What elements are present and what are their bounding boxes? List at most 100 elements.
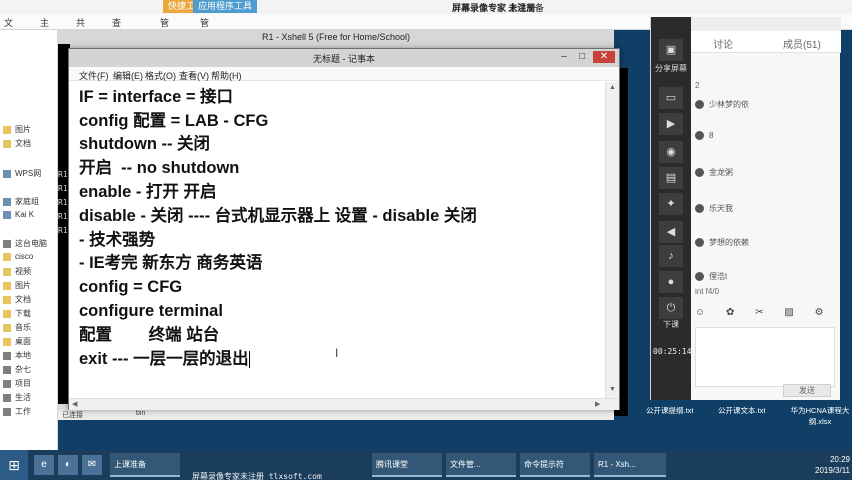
- taskbar-app[interactable]: R1 - Xsh...: [594, 453, 666, 477]
- menu-edit[interactable]: 编辑(E): [113, 69, 143, 82]
- camera-icon[interactable]: ◉: [659, 141, 683, 163]
- text-line: IF = interface = 接口: [79, 88, 234, 106]
- taskbar-app[interactable]: 命令提示符: [520, 453, 590, 477]
- chat-message-text: int f4/0: [695, 287, 720, 296]
- nav-item[interactable]: 杂七: [3, 364, 31, 375]
- horizontal-scrollbar[interactable]: ◀ ▶: [69, 398, 619, 410]
- nav-item[interactable]: cisco: [3, 252, 33, 261]
- nav-item[interactable]: 视频: [3, 266, 31, 277]
- scissors-icon[interactable]: ✂: [755, 307, 763, 318]
- taskbar: ⊞ e ◐ ✉ 上课准备 腾讯课堂 文件管... 命令提示符 R1 - Xsh.…: [0, 450, 852, 480]
- nav-item[interactable]: 文档: [3, 294, 31, 305]
- nav-item[interactable]: 工作: [3, 406, 31, 417]
- notepad-menubar: 文件(F) 编辑(E) 格式(O) 查看(V) 帮助(H): [69, 67, 619, 81]
- scroll-right-icon[interactable]: ▶: [595, 400, 600, 408]
- scroll-left-icon[interactable]: ◀: [72, 400, 77, 408]
- terminal-line: R1: [58, 184, 68, 193]
- nav-item[interactable]: 桌面: [3, 336, 31, 347]
- notepad-window: 无标题 - 记事本 – □ ✕ 文件(F) 编辑(E) 格式(O) 查看(V) …: [68, 48, 620, 410]
- nav-item[interactable]: 项目: [3, 378, 31, 389]
- chat-tabs: 讨论 成员(51): [691, 31, 841, 53]
- xshell-status-bar: 已连接 bin: [58, 410, 614, 420]
- menu-view[interactable]: 查看(V): [179, 69, 209, 82]
- nav-item[interactable]: 文档: [3, 138, 31, 149]
- chat-toolbar: ☺ ✿ ✂ ▨ ⚙: [695, 307, 824, 318]
- chat-input[interactable]: [695, 327, 835, 387]
- avatar: [695, 204, 704, 213]
- folder-icon: [3, 309, 11, 318]
- desktop-file[interactable]: 公开课文本.txt: [718, 405, 766, 416]
- system-clock[interactable]: 20:29 2019/3/11: [792, 454, 850, 476]
- scroll-down-icon[interactable]: ▼: [609, 386, 616, 393]
- taskbar-app-icon[interactable]: e: [34, 455, 54, 475]
- taskbar-app[interactable]: 文件管...: [446, 453, 516, 477]
- desktop-file[interactable]: 公开课提纲.txt: [646, 405, 694, 416]
- minimize-icon[interactable]: –: [557, 51, 571, 63]
- end-class-icon[interactable]: ⏻: [659, 297, 683, 319]
- nav-item[interactable]: 生活: [3, 392, 31, 403]
- clock-date: 2019/3/11: [815, 466, 850, 475]
- close-icon[interactable]: ✕: [593, 51, 615, 63]
- slides-icon[interactable]: ▤: [659, 167, 683, 189]
- nav-item[interactable]: WPS网: [3, 168, 41, 179]
- speaker-icon[interactable]: ◀: [659, 221, 683, 243]
- maximize-icon[interactable]: □: [575, 51, 589, 63]
- desktop-file[interactable]: 华为HCNA课程大纲.xlsx: [788, 405, 852, 427]
- image-icon[interactable]: ▨: [784, 307, 793, 318]
- taskbar-app-icon[interactable]: ◐: [58, 455, 78, 475]
- start-windows-icon[interactable]: ⊞: [0, 450, 28, 480]
- explorer-nav-pane: 图片 文档 WPS网 家庭组 Kai K 这台电脑 cisco 视频 图片 文档…: [0, 30, 58, 450]
- ibeam-cursor-icon: I: [335, 346, 339, 360]
- vertical-scrollbar[interactable]: ▲ ▼: [605, 82, 619, 398]
- emoji-icon[interactable]: ☺: [695, 307, 705, 318]
- whiteboard-icon[interactable]: ▭: [659, 87, 683, 109]
- chat-message: 梦想的依赖: [695, 237, 749, 248]
- folder-icon: [3, 252, 11, 261]
- text-line: config 配置 = LAB - CFG: [79, 112, 269, 130]
- music-icon[interactable]: ♪: [659, 245, 683, 267]
- nav-item[interactable]: 图片: [3, 280, 31, 291]
- taskbar-app[interactable]: 腾讯课堂: [372, 453, 442, 477]
- folder-icon: [3, 323, 11, 332]
- clock-time: 20:29: [829, 455, 850, 464]
- chat-sidebar: ▣ 分享屏幕 ▭ ▶ ◉ ▤ ✦ ◀ ♪ ● ⏻ 下课 00:25:14: [651, 17, 692, 400]
- context-tab-app-tools[interactable]: 应用程序工具: [193, 0, 258, 13]
- avatar: [695, 100, 704, 109]
- nav-item[interactable]: 这台电脑: [3, 238, 47, 249]
- folder-icon: [3, 125, 11, 134]
- text-line: enable - 打开 开启: [79, 183, 217, 201]
- explorer-window-title: 上课准备: [508, 3, 545, 13]
- tab-discussion[interactable]: 讨论: [713, 36, 733, 51]
- notepad-text-area[interactable]: IF = interface = 接口 config 配置 = LAB - CF…: [69, 82, 605, 398]
- nav-item[interactable]: 家庭组: [3, 196, 39, 207]
- menu-format[interactable]: 格式(O): [145, 69, 176, 82]
- menu-help[interactable]: 帮助(H): [211, 69, 242, 82]
- drive-icon: [3, 407, 11, 416]
- taskbar-app[interactable]: 上课准备: [110, 453, 180, 477]
- taskbar-app-icon[interactable]: ✉: [82, 455, 102, 475]
- folder-icon: [3, 295, 11, 304]
- chat-message: 8: [695, 131, 713, 140]
- drive-icon: [3, 351, 11, 360]
- settings-icon[interactable]: ⚙: [815, 307, 824, 318]
- cloud-icon: [3, 169, 11, 178]
- nav-item[interactable]: 图片: [3, 124, 31, 135]
- notepad-titlebar[interactable]: 无标题 - 记事本 – □ ✕: [69, 49, 619, 67]
- explorer-titlebar: [0, 0, 852, 14]
- tab-members[interactable]: 成员(51): [783, 36, 821, 51]
- nav-item[interactable]: Kai K: [3, 210, 34, 219]
- menu-file[interactable]: 文件(F): [79, 69, 109, 82]
- video-icon[interactable]: ▶: [659, 113, 683, 135]
- share-screen-icon[interactable]: ▣: [659, 39, 683, 61]
- avatar: [695, 168, 704, 177]
- send-button[interactable]: 发送: [783, 384, 831, 397]
- nav-item[interactable]: 音乐: [3, 322, 31, 333]
- notepad-title: 无标题 - 记事本: [313, 54, 375, 64]
- tools-icon[interactable]: ✦: [659, 193, 683, 215]
- nav-item[interactable]: 本地: [3, 350, 31, 361]
- user-icon: [3, 210, 11, 219]
- nav-item[interactable]: 下载: [3, 308, 31, 319]
- flower-icon[interactable]: ✿: [726, 307, 734, 318]
- scroll-up-icon[interactable]: ▲: [609, 84, 616, 91]
- mic-icon[interactable]: ●: [659, 271, 683, 293]
